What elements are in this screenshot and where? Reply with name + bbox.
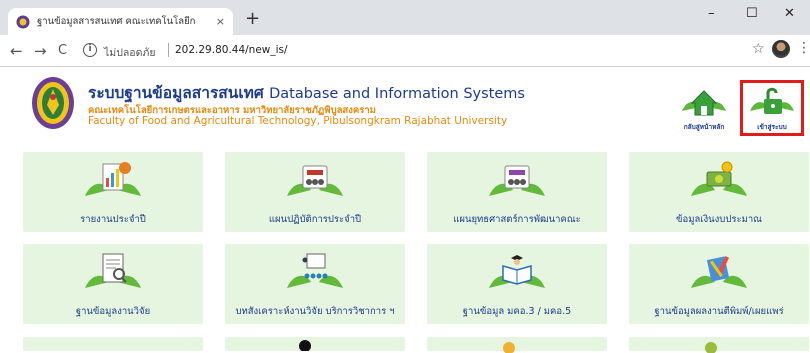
kebab-menu-icon[interactable]: ⋮ bbox=[797, 40, 810, 56]
menu-card-action-plan[interactable]: แผนปฏิบัติการประจำปี bbox=[225, 152, 405, 232]
menu-card-budget[interactable]: ข้อมูลเงินงบประมาณ bbox=[629, 152, 809, 232]
menu-card-research-synthesis[interactable]: บทสังเคราะห์งานวิจัย บริการวิชาการ ฯ bbox=[225, 244, 405, 324]
tab-favicon-icon bbox=[16, 15, 30, 28]
menu-card-strategy-plan[interactable]: แผนยุทธศาสตร์การพัฒนาคณะ bbox=[427, 152, 607, 232]
reload-button[interactable]: C bbox=[58, 42, 67, 60]
url-text[interactable]: 202.29.80.44/new_is/ bbox=[175, 44, 288, 56]
menu-card-label: บทสังเคราะห์งานวิจัย บริการวิชาการ ฯ bbox=[235, 306, 395, 317]
budget-money-icon bbox=[691, 161, 747, 196]
publication-tools-icon bbox=[691, 256, 747, 288]
research-doc-icon bbox=[85, 253, 141, 288]
star-icon[interactable]: ☆ bbox=[752, 41, 765, 57]
login-button[interactable]: เข้าสู่ระบบ bbox=[742, 81, 802, 133]
info-icon[interactable]: i bbox=[83, 43, 97, 57]
new-tab-button[interactable]: + bbox=[245, 9, 260, 29]
menu-card-label: รายงานประจำปี bbox=[80, 214, 146, 225]
report-chart-icon bbox=[85, 162, 141, 196]
home-button-label: กลับสู่หน้าหลัก bbox=[683, 123, 725, 131]
menu-card-row3-3[interactable] bbox=[427, 337, 607, 353]
menu-card-research-db[interactable]: ฐานข้อมูลงานวิจัย bbox=[23, 244, 203, 324]
menu-card-label: ฐานข้อมูลผลงานตีพิมพ์/เผยแพร่ bbox=[654, 306, 784, 317]
site-title-thai: ระบบฐานข้อมูลสารสนเทศ bbox=[88, 84, 264, 102]
site-title: ระบบฐานข้อมูลสารสนเทศ Database and Infor… bbox=[88, 80, 525, 105]
url-omnibox[interactable]: i ไม่ปลอดภัย 202.29.80.44/new_is/ bbox=[80, 39, 780, 63]
browser-tab-bar: ฐานข้อมูลสารสนเทศ คณะเทคโนโลยีก × + – ☐ … bbox=[0, 0, 810, 35]
browser-tab[interactable]: ฐานข้อมูลสารสนเทศ คณะเทคโนโลยีก × bbox=[8, 8, 233, 35]
address-bar: ← → C i ไม่ปลอดภัย 202.29.80.44/new_is/ bbox=[0, 35, 810, 67]
close-window-button[interactable]: ✕ bbox=[784, 6, 795, 21]
menu-card-row3-1[interactable] bbox=[23, 337, 203, 351]
menu-card-label: ข้อมูลเงินงบประมาณ bbox=[676, 214, 762, 225]
tab-close-icon[interactable]: × bbox=[216, 15, 225, 28]
forward-button[interactable]: → bbox=[34, 42, 47, 60]
tab-title: ฐานข้อมูลสารสนเทศ คณะเทคโนโลยีก bbox=[37, 16, 196, 27]
back-button[interactable]: ← bbox=[10, 42, 23, 60]
maximize-button[interactable]: ☐ bbox=[746, 6, 758, 21]
menu-card-label: ฐานข้อมูลงานวิจัย bbox=[75, 306, 151, 317]
minimize-button[interactable]: – bbox=[708, 6, 715, 21]
site-header: ระบบฐานข้อมูลสารสนเทศ Database and Infor… bbox=[0, 67, 810, 147]
security-label[interactable]: ไม่ปลอดภัย bbox=[104, 44, 156, 61]
home-icon bbox=[682, 90, 726, 116]
plan-people-icon bbox=[287, 165, 343, 196]
menu-card-course-spec[interactable]: ฐานข้อมูล มคอ.3 / มคอ.5 bbox=[427, 244, 607, 324]
home-button[interactable]: กลับสู่หน้าหลัก bbox=[674, 81, 734, 133]
row3-icon-partial bbox=[299, 340, 311, 351]
login-button-label: เข้าสู่ระบบ bbox=[757, 123, 787, 131]
menu-card-label: ฐานข้อมูล มคอ.3 / มคอ.5 bbox=[462, 306, 572, 317]
menu-card-row3-4[interactable] bbox=[629, 337, 809, 353]
book-graduate-icon bbox=[489, 255, 545, 288]
omnibox-separator bbox=[168, 43, 169, 57]
menu-card-label: แผนปฏิบัติการประจำปี bbox=[268, 214, 362, 225]
menu-grid: รายงานประจำปี แผนปฏิบัติการประจำปี แผนยุ… bbox=[0, 151, 810, 353]
site-title-english: Database and Information Systems bbox=[269, 86, 525, 102]
unlock-icon bbox=[750, 87, 794, 114]
menu-card-publications[interactable]: ฐานข้อมูลผลงานตีพิมพ์/เผยแพร่ bbox=[629, 244, 809, 324]
menu-card-annual-report[interactable]: รายงานประจำปี bbox=[23, 152, 203, 232]
university-logo bbox=[32, 77, 74, 129]
profile-avatar[interactable] bbox=[772, 40, 790, 58]
menu-card-label: แผนยุทธศาสตร์การพัฒนาคณะ bbox=[453, 214, 581, 225]
site-subtitle-english: Faculty of Food and Agricultural Technol… bbox=[88, 115, 508, 127]
strategy-plan-icon bbox=[489, 165, 545, 196]
presentation-icon bbox=[287, 253, 343, 288]
menu-card-row3-2[interactable] bbox=[225, 337, 405, 351]
